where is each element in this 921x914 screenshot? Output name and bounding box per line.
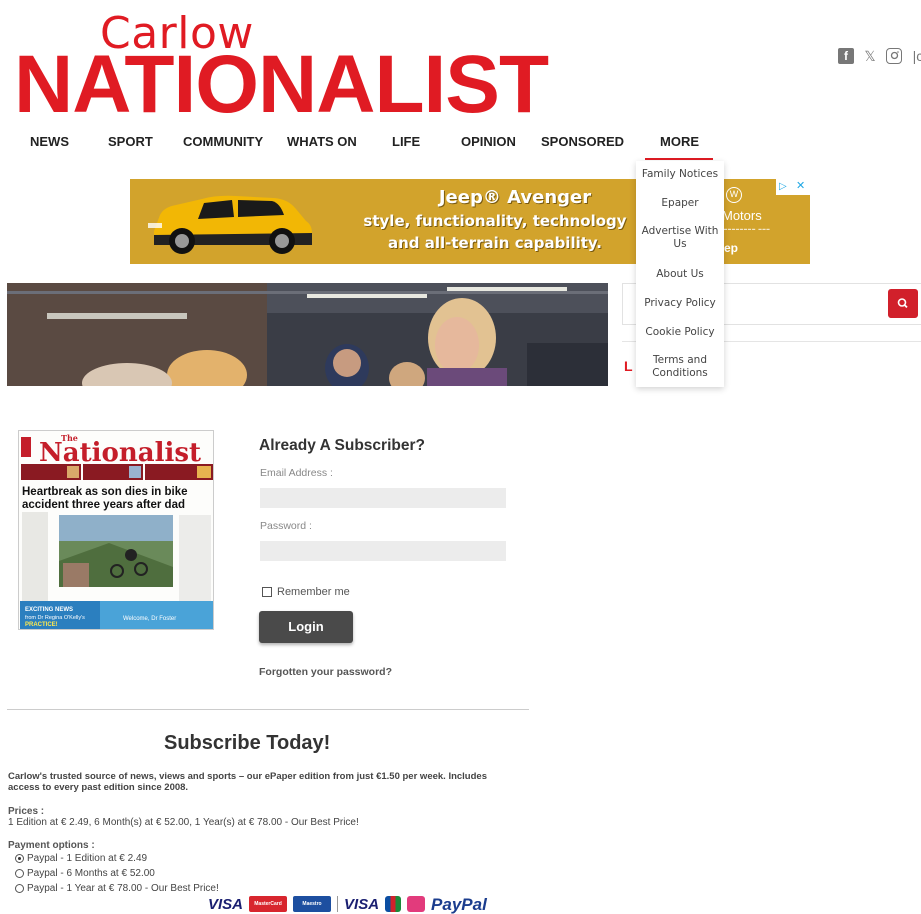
facebook-icon[interactable]: f [838, 48, 854, 64]
email-label: Email Address : [260, 467, 333, 479]
payment-options-heading: Payment options : [8, 840, 95, 851]
nav-item-news[interactable]: NEWS [30, 134, 69, 149]
more-dropdown-menu: Family Notices Epaper Advertise With Us … [636, 161, 724, 387]
nav-item-opinion[interactable]: OPINION [461, 134, 516, 149]
password-label: Password : [260, 520, 312, 532]
mastercard-logo: MasterCard [249, 896, 288, 912]
ad-line-1: style, functionality, technology [363, 212, 627, 230]
subscribe-heading: Subscribe Today! [164, 732, 331, 754]
remember-me-label: Remember me [277, 586, 350, 598]
ad-choices[interactable]: ▷ ✕ [776, 179, 810, 195]
payment-radio-3[interactable] [15, 884, 24, 893]
site-logo[interactable]: Carlow NATIONALIST [14, 8, 594, 126]
nav-item-community[interactable]: COMMUNITY [183, 134, 263, 149]
nav-item-life[interactable]: LIFE [392, 134, 420, 149]
svg-text:from Dr Regina O'Kelly's: from Dr Regina O'Kelly's [25, 615, 85, 621]
prices-text: 1 Edition at € 2.49, 6 Month(s) at € 52.… [8, 817, 359, 828]
ad-close-icon[interactable]: ✕ [796, 180, 805, 193]
payment-logos: VISA MasterCard Maestro VISA PayPal [208, 896, 487, 914]
epaper-cover-image[interactable]: Nationalist The Heartbreak as son dies i… [18, 430, 214, 630]
ad-dealer-tagline: ━━━━━━━━ ━━━ [724, 227, 771, 233]
ad-line-2: and all-terrain capability. [388, 234, 602, 252]
ad-dealer-small: ep [724, 241, 739, 255]
menu-item-cookie-policy[interactable]: Cookie Policy [636, 326, 724, 339]
payment-option-6-months[interactable]: Paypal - 6 Months at € 52.00 [15, 868, 155, 879]
svg-text:PRACTICE!: PRACTICE! [25, 622, 58, 628]
hero-image[interactable] [7, 283, 608, 386]
password-field[interactable] [260, 541, 506, 561]
login-button[interactable]: Login [259, 611, 353, 643]
menu-item-terms[interactable]: Terms and Conditions [636, 354, 724, 380]
maestro-logo: Maestro [293, 896, 332, 912]
section-divider [7, 709, 529, 710]
payment-option-1-edition[interactable]: Paypal - 1 Edition at € 2.49 [15, 853, 147, 864]
active-nav-indicator [645, 158, 713, 160]
paypal-logo: PayPal [431, 895, 487, 914]
nav-item-whats-on[interactable]: WHATS ON [287, 134, 357, 149]
svg-text:EXCITING NEWS: EXCITING NEWS [25, 607, 73, 613]
more-social-icon[interactable]: |c [910, 48, 921, 64]
ad-dealer-name: Motors [722, 208, 762, 223]
ad-choices-icon[interactable]: ▷ [779, 181, 787, 193]
remember-me-checkbox[interactable] [262, 587, 272, 597]
payment-option-label: Paypal - 1 Edition at € 2.49 [27, 853, 148, 864]
payment-radio-2[interactable] [15, 869, 24, 878]
visa-electron-logo: VISA [344, 896, 380, 913]
payment-option-1-year[interactable]: Paypal - 1 Year at € 78.00 - Our Best Pr… [15, 883, 219, 894]
menu-item-family-notices[interactable]: Family Notices [636, 168, 724, 181]
diners-logo [407, 896, 426, 912]
x-icon[interactable]: 𝕏 [862, 48, 878, 64]
remember-me[interactable]: Remember me [262, 586, 350, 598]
svg-text:accident three years after dad: accident three years after dad [22, 499, 185, 511]
menu-item-advertise[interactable]: Advertise With Us [636, 225, 724, 251]
payment-option-label: Paypal - 6 Months at € 52.00 [27, 868, 155, 879]
sidebar-heading-fragment: L [624, 358, 633, 374]
ad-title: Jeep® Avenger [438, 187, 592, 208]
menu-item-privacy-policy[interactable]: Privacy Policy [636, 297, 724, 310]
dealer-logo-icon: W [726, 187, 742, 203]
instagram-icon[interactable] [886, 48, 902, 64]
social-links: f 𝕏 |c [838, 48, 921, 64]
visa-logo: VISA [208, 896, 244, 913]
email-field[interactable] [260, 488, 506, 508]
main-nav: NEWS SPORT COMMUNITY WHATS ON LIFE OPINI… [0, 134, 921, 156]
nav-item-sponsored[interactable]: SPONSORED [541, 134, 624, 149]
logo-nationalist-text: NATIONALIST [14, 39, 549, 130]
menu-item-epaper[interactable]: Epaper [636, 197, 724, 210]
subscribe-description: Carlow's trusted source of news, views a… [8, 771, 487, 793]
car-image [148, 195, 312, 254]
svg-text:Heartbreak as son dies in bike: Heartbreak as son dies in bike [22, 486, 188, 498]
menu-item-about-us[interactable]: About Us [636, 268, 724, 281]
search-icon [897, 298, 908, 309]
payment-option-label: Paypal - 1 Year at € 78.00 - Our Best Pr… [27, 883, 219, 894]
jcb-logo [385, 896, 402, 912]
svg-text:The: The [61, 433, 78, 443]
login-heading: Already A Subscriber? [259, 437, 425, 454]
nav-item-more[interactable]: MORE [660, 134, 699, 149]
search-button[interactable] [888, 289, 918, 318]
prices-heading: Prices : [8, 806, 45, 817]
forgot-password-link[interactable]: Forgotten your password? [259, 666, 392, 678]
payment-radio-1[interactable] [15, 854, 24, 863]
nav-item-sport[interactable]: SPORT [108, 134, 153, 149]
svg-text:Welcome, Dr Foster: Welcome, Dr Foster [123, 616, 176, 622]
logo-separator [337, 896, 339, 912]
